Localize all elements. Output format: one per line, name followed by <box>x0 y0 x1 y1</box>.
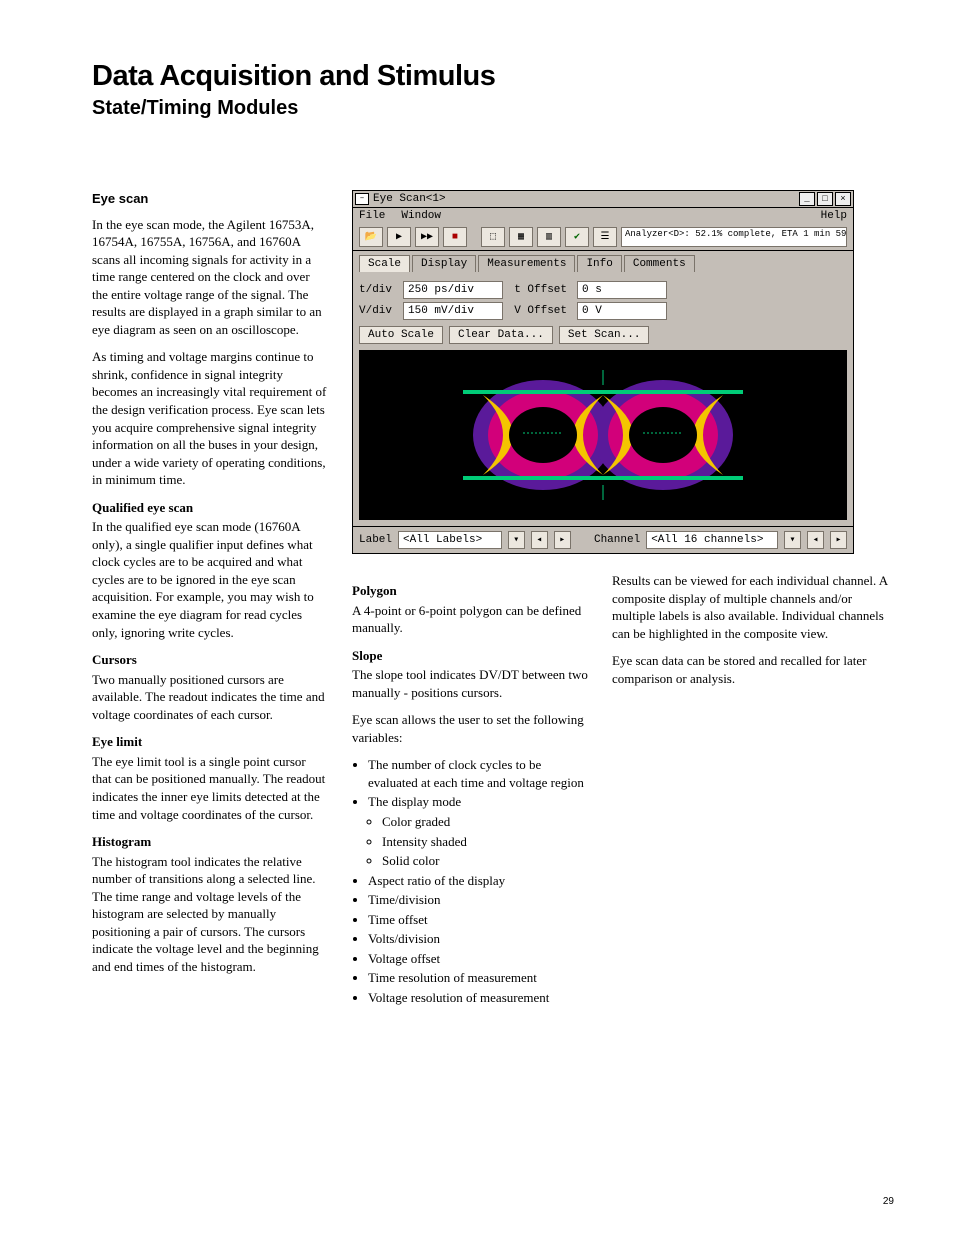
label-label: Label <box>359 534 392 546</box>
run-repetitive-icon[interactable]: ▶▶ <box>415 227 439 247</box>
paragraph: Eye scan data can be stored and recalled… <box>612 652 894 687</box>
tab-comments[interactable]: Comments <box>624 255 695 272</box>
column-left: Eye scan In the eye scan mode, the Agile… <box>92 190 328 1016</box>
prev-icon[interactable]: ◂ <box>807 531 824 549</box>
column-middle: Polygon A 4-point or 6-point polygon can… <box>352 572 588 1016</box>
dropdown-icon[interactable]: ▾ <box>784 531 801 549</box>
page: Data Acquisition and Stimulus State/Timi… <box>0 0 954 1235</box>
paragraph: Results can be viewed for each individua… <box>612 572 894 642</box>
list-item: Time/division <box>368 891 588 909</box>
next-icon[interactable]: ▸ <box>554 531 571 549</box>
maximize-button[interactable]: □ <box>817 192 833 206</box>
voffset-input[interactable]: 0 V <box>577 302 667 320</box>
scale-panel: t/div 250 ps/div t Offset 0 s V/div 150 … <box>352 272 854 527</box>
tool-icon[interactable]: ▦ <box>509 227 533 247</box>
channel-label: Channel <box>594 534 640 546</box>
paragraph: A 4-point or 6-point polygon can be defi… <box>352 602 588 637</box>
run-icon[interactable]: ▶ <box>387 227 411 247</box>
close-button[interactable]: × <box>835 192 851 206</box>
heading-eye-scan: Eye scan <box>92 190 328 208</box>
menu-help[interactable]: Help <box>821 210 847 222</box>
list-item-label: The display mode <box>368 794 461 809</box>
system-menu-icon[interactable]: – <box>355 193 369 205</box>
heading-slope: Slope <box>352 647 588 665</box>
page-subtitle: State/Timing Modules <box>92 97 894 120</box>
prev-icon[interactable]: ◂ <box>531 531 548 549</box>
minimize-button[interactable]: _ <box>799 192 815 206</box>
toffset-label: t Offset <box>509 284 571 296</box>
window-title: Eye Scan<1> <box>369 193 797 205</box>
paragraph: In the qualified eye scan mode (16760A o… <box>92 518 328 641</box>
tab-info[interactable]: Info <box>577 255 621 272</box>
label-select[interactable]: <All Labels> <box>398 531 502 549</box>
menu-file[interactable]: File <box>359 210 385 222</box>
tool-icon[interactable]: ⬚ <box>481 227 505 247</box>
heading-qualified-eye-scan: Qualified eye scan <box>92 499 328 517</box>
page-number: 29 <box>883 1196 894 1207</box>
paragraph: The histogram tool indicates the relativ… <box>92 853 328 976</box>
voffset-label: V Offset <box>509 305 571 317</box>
toolbar: 📂 ▶ ▶▶ ■ ⬚ ▦ ▥ ✔ ☰ Analyzer<D>: 52.1% co… <box>352 224 854 251</box>
list-item: The display mode Color graded Intensity … <box>368 793 588 869</box>
paragraph: In the eye scan mode, the Agilent 16753A… <box>92 216 328 339</box>
heading-eye-limit: Eye limit <box>92 733 328 751</box>
eye-scan-window: – Eye Scan<1> _ □ × File Window Help 📂 ▶… <box>352 190 854 554</box>
list-item: Voltage offset <box>368 950 588 968</box>
heading-histogram: Histogram <box>92 833 328 851</box>
dropdown-icon[interactable]: ▾ <box>508 531 525 549</box>
clear-data-button[interactable]: Clear Data... <box>449 326 553 344</box>
toffset-input[interactable]: 0 s <box>577 281 667 299</box>
titlebar: – Eye Scan<1> _ □ × <box>352 190 854 208</box>
variables-list: The number of clock cycles to be evaluat… <box>352 756 588 1006</box>
tool-icon[interactable]: ▥ <box>537 227 561 247</box>
next-icon[interactable]: ▸ <box>830 531 847 549</box>
tdiv-label: t/div <box>359 284 397 296</box>
list-item: Volts/division <box>368 930 588 948</box>
paragraph: Two manually positioned cursors are avai… <box>92 671 328 724</box>
channel-select[interactable]: <All 16 channels> <box>646 531 778 549</box>
list-item: Aspect ratio of the display <box>368 872 588 890</box>
open-icon[interactable]: 📂 <box>359 227 383 247</box>
vdiv-label: V/div <box>359 305 397 317</box>
settings-icon[interactable]: ☰ <box>593 227 617 247</box>
list-item: The number of clock cycles to be evaluat… <box>368 756 588 791</box>
tab-scale[interactable]: Scale <box>359 255 410 272</box>
paragraph: Eye scan allows the user to set the foll… <box>352 711 588 746</box>
menubar: File Window Help <box>352 208 854 224</box>
tab-row: Scale Display Measurements Info Comments <box>352 251 854 272</box>
eye-diagram-icon <box>443 360 763 510</box>
list-item: Solid color <box>382 852 588 870</box>
menu-window[interactable]: Window <box>401 210 441 222</box>
tab-measurements[interactable]: Measurements <box>478 255 575 272</box>
columns: Eye scan In the eye scan mode, the Agile… <box>92 190 894 1016</box>
stop-icon[interactable]: ■ <box>443 227 467 247</box>
tab-display[interactable]: Display <box>412 255 476 272</box>
column-right-wrap: – Eye Scan<1> _ □ × File Window Help 📂 ▶… <box>352 190 894 1016</box>
list-item: Voltage resolution of measurement <box>368 989 588 1007</box>
list-item: Color graded <box>382 813 588 831</box>
vdiv-input[interactable]: 150 mV/div <box>403 302 503 320</box>
set-scan-button[interactable]: Set Scan... <box>559 326 650 344</box>
heading-cursors: Cursors <box>92 651 328 669</box>
tdiv-input[interactable]: 250 ps/div <box>403 281 503 299</box>
paragraph: The slope tool indicates DV/DT between t… <box>352 666 588 701</box>
eye-diagram-plot <box>359 350 847 520</box>
page-title: Data Acquisition and Stimulus <box>92 60 894 93</box>
heading-polygon: Polygon <box>352 582 588 600</box>
lower-columns: Polygon A 4-point or 6-point polygon can… <box>352 572 894 1016</box>
list-item: Intensity shaded <box>382 833 588 851</box>
check-icon[interactable]: ✔ <box>565 227 589 247</box>
auto-scale-button[interactable]: Auto Scale <box>359 326 443 344</box>
status-text: Analyzer<D>: 52.1% complete, ETA 1 min 5… <box>621 227 847 247</box>
column-right: Results can be viewed for each individua… <box>612 572 894 1016</box>
paragraph: The eye limit tool is a single point cur… <box>92 753 328 823</box>
list-item: Time offset <box>368 911 588 929</box>
bottom-bar: Label <All Labels> ▾ ◂ ▸ Channel <All 16… <box>352 527 854 554</box>
paragraph: As timing and voltage margins continue t… <box>92 348 328 488</box>
list-item: Time resolution of measurement <box>368 969 588 987</box>
